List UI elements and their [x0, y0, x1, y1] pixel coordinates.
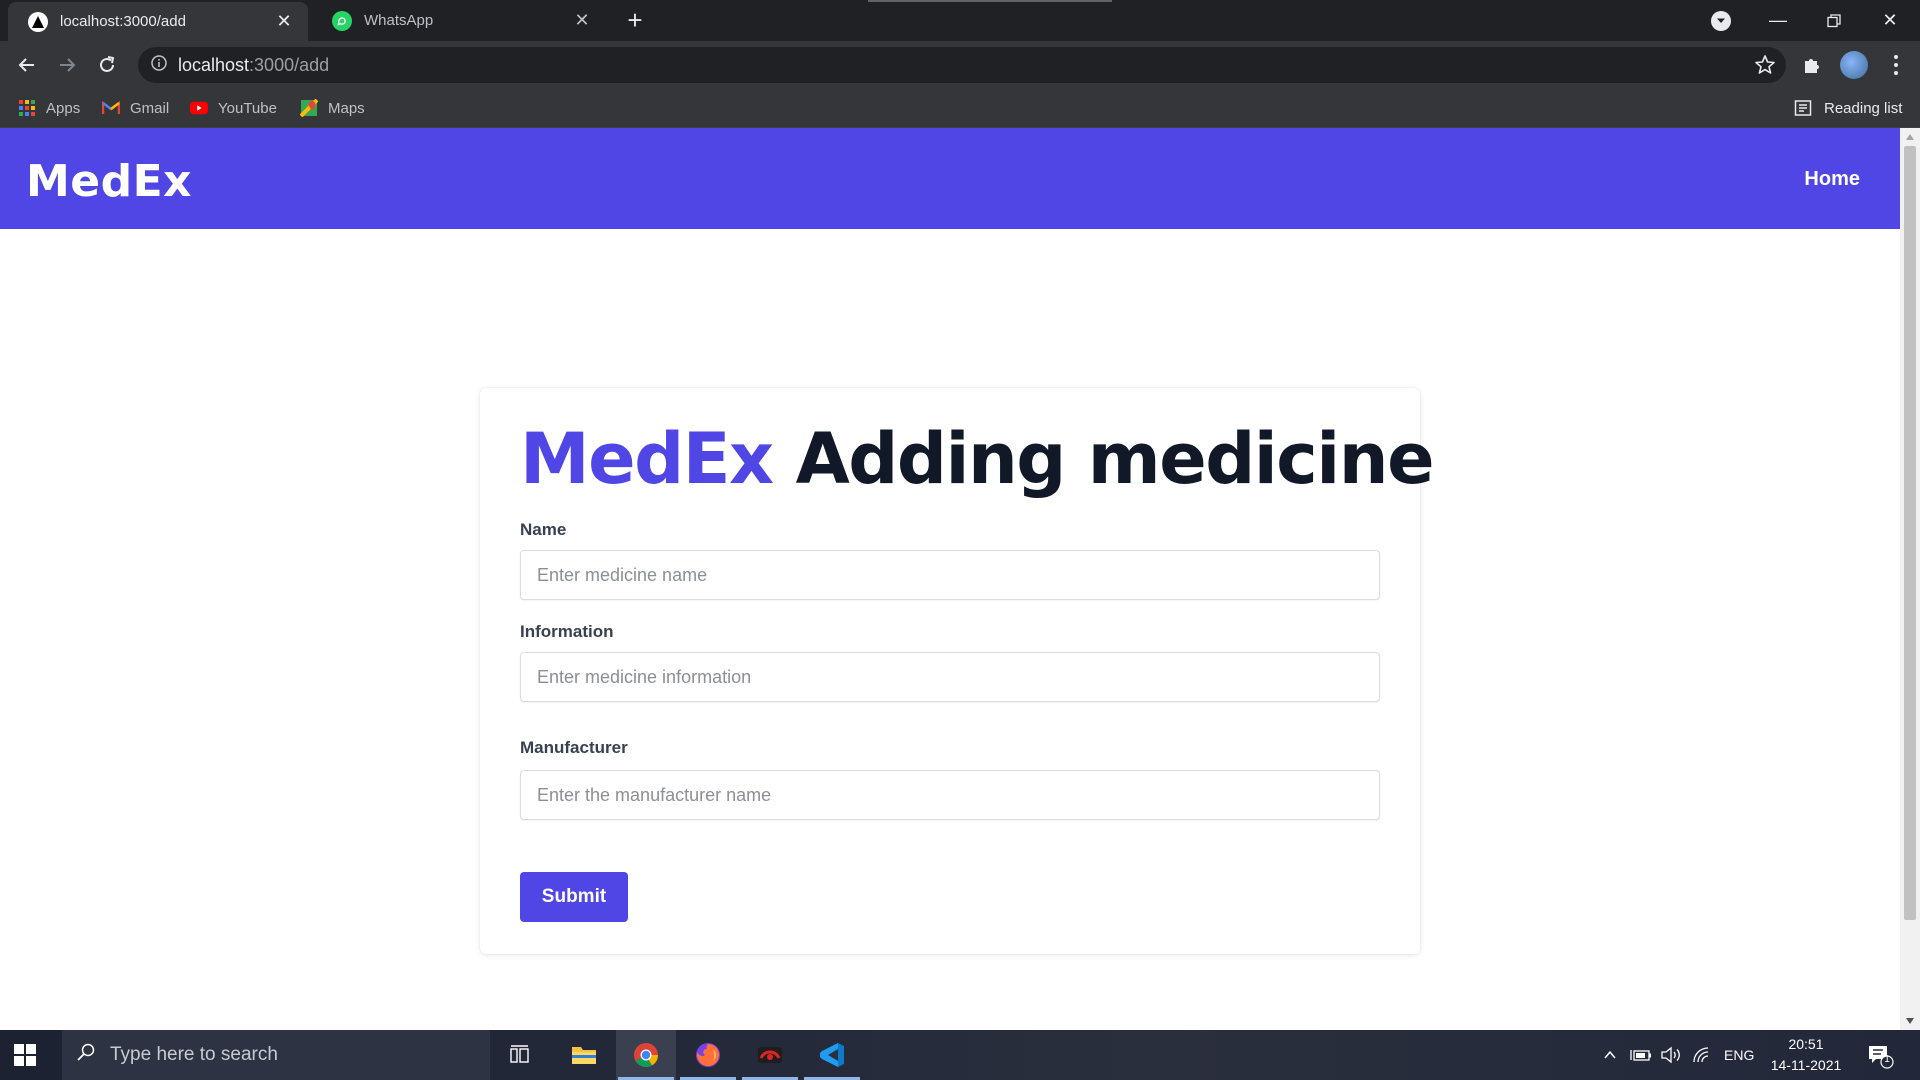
- title-accent: MedEx: [520, 418, 774, 500]
- show-hidden-icons-icon[interactable]: [1602, 1030, 1618, 1080]
- extensions-puzzle-icon[interactable]: [1800, 53, 1824, 77]
- reading-list-icon: [1794, 99, 1812, 117]
- information-label: Information: [520, 622, 614, 641]
- site-info-icon[interactable]: [150, 54, 168, 77]
- back-arrow-icon[interactable]: [12, 50, 42, 80]
- close-window-icon[interactable]: ✕: [1862, 0, 1918, 41]
- maps-icon: [300, 99, 318, 117]
- add-medicine-card: MedEx Adding medicine Name Information M…: [480, 388, 1435, 954]
- firefox-taskbar-icon[interactable]: [678, 1030, 738, 1080]
- tab-whatsapp[interactable]: WhatsApp ✕: [312, 0, 606, 41]
- vscode-taskbar-icon[interactable]: [802, 1030, 862, 1080]
- nav-home-link[interactable]: Home: [1804, 168, 1860, 191]
- apps-grid-icon: [18, 99, 36, 117]
- page-title: MedEx Adding medicine: [520, 418, 1435, 500]
- tab-search-icon[interactable]: [1711, 11, 1731, 31]
- manufacturer-input[interactable]: [520, 770, 1380, 820]
- chrome-taskbar-icon[interactable]: [616, 1030, 676, 1080]
- brand-logo[interactable]: MedEx: [26, 156, 192, 207]
- bookmark-gmail[interactable]: Gmail: [102, 97, 169, 119]
- whatsapp-icon: [332, 10, 352, 31]
- new-tab-icon[interactable]: +: [622, 7, 648, 34]
- windows-start-icon[interactable]: [14, 1044, 36, 1066]
- tab-title: localhost:3000/add: [60, 13, 186, 30]
- react-app-favicon-icon: [28, 11, 48, 32]
- bookmark-label: Maps: [328, 99, 365, 117]
- reload-icon[interactable]: [92, 50, 122, 80]
- forward-arrow-icon[interactable]: [52, 50, 82, 80]
- wifi-icon[interactable]: [1692, 1030, 1712, 1080]
- taskbar-search-placeholder: Type here to search: [110, 1044, 278, 1065]
- address-bar[interactable]: localhost:3000/add: [138, 47, 1786, 83]
- clock-date: 14-11-2021: [1770, 1057, 1842, 1073]
- clock-time: 20:51: [1788, 1036, 1824, 1052]
- browser-tab-strip: localhost:3000/add ✕ WhatsApp ✕ + — ✕: [0, 0, 1920, 41]
- task-view-icon[interactable]: [490, 1030, 550, 1080]
- medicine-name-input[interactable]: [520, 550, 1380, 600]
- bookmark-label: YouTube: [218, 99, 277, 117]
- bookmark-star-icon[interactable]: [1754, 54, 1776, 76]
- battery-icon[interactable]: [1630, 1030, 1652, 1080]
- browser-toolbar: localhost:3000/add: [0, 41, 1920, 88]
- bookmark-youtube[interactable]: YouTube: [190, 97, 277, 119]
- bookmark-label: Gmail: [130, 99, 170, 117]
- bookmark-maps[interactable]: Maps: [300, 97, 365, 119]
- scroll-down-icon[interactable]: [1906, 1018, 1914, 1024]
- scroll-up-icon[interactable]: [1906, 134, 1914, 140]
- tab-title: WhatsApp: [364, 12, 434, 29]
- bookmarks-bar: Apps Gmail YouTube Maps Reading list: [0, 88, 1920, 128]
- notification-count: 1: [1884, 1054, 1890, 1065]
- language-indicator[interactable]: ENG: [1724, 1030, 1754, 1080]
- app-navbar: MedEx Home: [0, 128, 1900, 229]
- app-taskbar-icon[interactable]: [740, 1030, 800, 1080]
- close-tab-icon[interactable]: ✕: [572, 10, 592, 31]
- reading-list-button[interactable]: Reading list: [1794, 97, 1902, 119]
- tab-localhost[interactable]: localhost:3000/add ✕: [8, 2, 308, 41]
- scrollbar-thumb[interactable]: [1904, 146, 1916, 920]
- medicine-information-input[interactable]: [520, 652, 1380, 702]
- close-tab-icon[interactable]: ✕: [274, 11, 294, 32]
- file-explorer-icon[interactable]: [554, 1030, 614, 1080]
- search-icon: [76, 1042, 96, 1068]
- action-center-icon[interactable]: 1: [1866, 1042, 1894, 1070]
- tab-strip-highlight: [868, 0, 1112, 2]
- reading-list-label: Reading list: [1824, 99, 1903, 117]
- address-url: localhost:3000/add: [178, 54, 330, 75]
- manufacturer-label: Manufacturer: [520, 738, 628, 757]
- name-label: Name: [520, 520, 567, 539]
- taskbar-search-box[interactable]: Type here to search: [62, 1030, 490, 1080]
- profile-avatar[interactable]: [1840, 51, 1868, 79]
- page-scrollbar[interactable]: [1900, 128, 1920, 1030]
- youtube-icon: [190, 99, 208, 117]
- restore-icon[interactable]: [1806, 0, 1862, 41]
- browser-menu-icon[interactable]: [1888, 53, 1904, 77]
- bookmark-apps[interactable]: Apps: [18, 97, 80, 119]
- taskbar-clock[interactable]: 20:51 14-11-2021: [1764, 1034, 1848, 1076]
- volume-icon[interactable]: [1660, 1030, 1682, 1080]
- bookmark-label: Apps: [46, 99, 81, 117]
- gmail-icon: [102, 99, 120, 117]
- minimize-icon[interactable]: —: [1750, 0, 1806, 41]
- title-text: Adding medicine: [795, 418, 1435, 500]
- windows-taskbar: Type here to search ENG 20:51 14-11-2021…: [0, 1030, 1920, 1080]
- page-viewport: MedEx Home MedEx Adding medicine Name In…: [0, 128, 1900, 1030]
- submit-button[interactable]: Submit: [520, 872, 628, 922]
